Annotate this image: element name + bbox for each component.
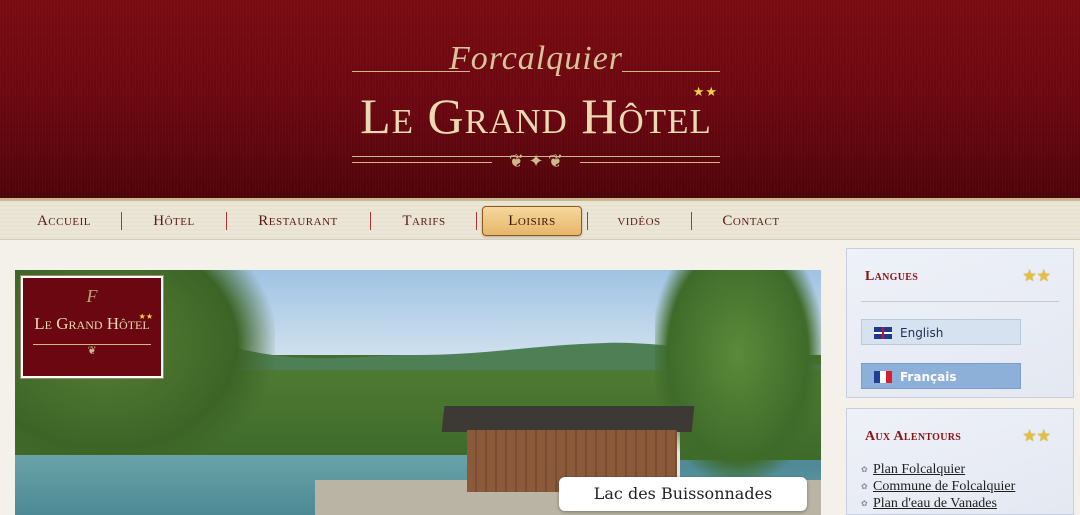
panel-title: Aux Alentours bbox=[865, 429, 962, 444]
fr-flag-icon bbox=[874, 371, 892, 383]
nav-separator bbox=[226, 212, 227, 230]
main-nav: Accueil Hôtel Restaurant Tarifs Loisirs … bbox=[0, 198, 1080, 240]
nav-separator bbox=[121, 212, 122, 230]
hotel-badge-logo: F Le Grand Hôtel ★★ ❦ bbox=[20, 275, 164, 379]
link-commune-folcalquier[interactable]: Commune de Folcalquier bbox=[861, 478, 1015, 495]
ornament-icon: ❦ ✦ ❦ bbox=[508, 151, 564, 171]
star-icon: ★★ bbox=[1022, 428, 1051, 445]
star-icon: ★★ bbox=[1022, 268, 1051, 285]
hotel-logo[interactable]: Forcalquier ★★ Le Grand Hôtel ❦ ✦ ❦ bbox=[352, 32, 720, 182]
nav-restaurant[interactable]: Restaurant bbox=[248, 208, 348, 234]
nav-separator bbox=[587, 212, 588, 230]
nav-tarifs[interactable]: Tarifs bbox=[392, 208, 456, 234]
nav-accueil[interactable]: Accueil bbox=[28, 208, 100, 234]
logo-rule bbox=[352, 162, 492, 163]
site-header: Forcalquier ★★ Le Grand Hôtel ❦ ✦ ❦ bbox=[0, 0, 1080, 198]
language-label: English bbox=[900, 326, 944, 340]
badge-monogram: F bbox=[86, 286, 98, 306]
language-label: Français bbox=[900, 370, 957, 384]
nav-contact[interactable]: Contact bbox=[712, 208, 790, 234]
nav-hotel[interactable]: Hôtel bbox=[144, 208, 204, 234]
languages-panel: Langues ★★ English Français bbox=[846, 248, 1074, 398]
nav-videos[interactable]: vidéos bbox=[606, 208, 672, 234]
nav-loisirs[interactable]: Loisirs bbox=[482, 206, 582, 236]
link-plan-eau-vanades[interactable]: Plan d'eau de Vanades bbox=[861, 495, 1015, 512]
nav-separator bbox=[370, 212, 371, 230]
logo-rule bbox=[622, 71, 720, 72]
language-english-button[interactable]: English bbox=[861, 319, 1021, 345]
uk-flag-icon bbox=[874, 327, 892, 339]
photo-tree bbox=[655, 270, 821, 480]
panel-divider bbox=[861, 301, 1059, 302]
ornament-icon: ❦ bbox=[87, 345, 97, 357]
nav-separator bbox=[691, 212, 692, 230]
badge-stars: ★★ bbox=[138, 312, 153, 321]
nav-separator bbox=[476, 212, 477, 230]
around-panel: Aux Alentours ★★ Plan Folcalquier Commun… bbox=[846, 408, 1074, 515]
panel-title: Langues bbox=[865, 269, 919, 284]
link-plan-folcalquier[interactable]: Plan Folcalquier bbox=[861, 461, 1015, 478]
slideshow-photo[interactable]: F Le Grand Hôtel ★★ ❦ Lac des Buissonnad… bbox=[15, 270, 821, 515]
slide-caption: Lac des Buissonnades bbox=[559, 477, 807, 511]
language-french-button[interactable]: Français bbox=[861, 363, 1021, 389]
logo-script-text: Forcalquier bbox=[448, 40, 624, 77]
logo-rule bbox=[580, 162, 720, 163]
logo-title: Le Grand Hôtel bbox=[360, 88, 712, 144]
photo-cabin-roof bbox=[441, 406, 695, 432]
around-links: Plan Folcalquier Commune de Folcalquier … bbox=[861, 461, 1015, 512]
